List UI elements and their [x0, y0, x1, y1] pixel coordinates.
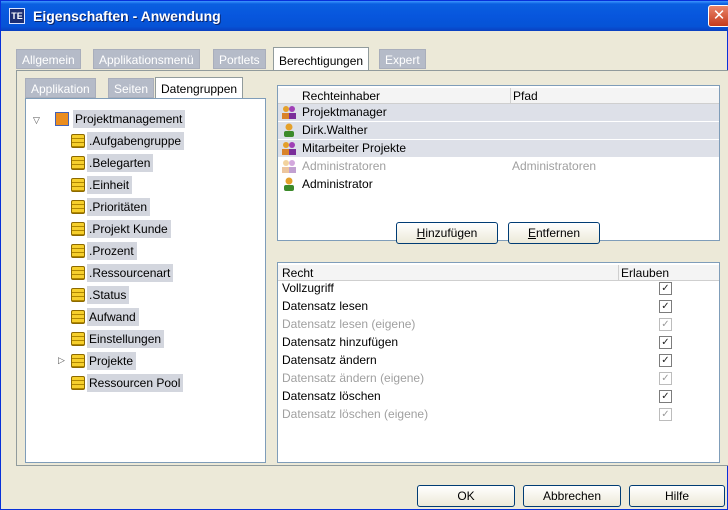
table-row[interactable]: Dirk.Walther: [278, 122, 719, 139]
allow-checkbox[interactable]: ✓: [659, 336, 672, 349]
database-icon: [71, 332, 85, 346]
ok-button[interactable]: OK: [417, 485, 515, 507]
database-icon: [71, 200, 85, 214]
allow-checkbox[interactable]: ✓: [659, 318, 672, 331]
help-button[interactable]: Hilfe: [629, 485, 725, 507]
tree-item[interactable]: .Ressourcenart: [87, 264, 174, 282]
tree-item[interactable]: .Projekt Kunde: [87, 220, 171, 238]
column-header-owner[interactable]: Rechteinhaber: [302, 88, 380, 104]
owners-header: Rechteinhaber Pfad: [278, 88, 719, 104]
allow-checkbox[interactable]: ✓: [659, 282, 672, 295]
table-row: Vollzugriff ✓: [278, 280, 719, 297]
app-icon: TE: [9, 8, 25, 24]
allow-checkbox[interactable]: ✓: [659, 390, 672, 403]
database-icon: [71, 376, 85, 390]
table-row: Datensatz löschen ✓: [278, 388, 719, 405]
tree-item-root[interactable]: Projektmanagement: [73, 110, 186, 128]
group-icon: [282, 105, 296, 119]
table-row[interactable]: Projektmanager: [278, 104, 719, 121]
project-icon: [55, 112, 69, 126]
tree-item[interactable]: .Einheit: [87, 176, 133, 194]
database-icon: [71, 354, 85, 368]
tree-item[interactable]: Aufwand: [87, 308, 139, 326]
add-button[interactable]: Hinzufügen: [396, 222, 498, 244]
subtab-applikation[interactable]: Applikation: [25, 78, 96, 98]
allow-checkbox[interactable]: ✓: [659, 300, 672, 313]
table-row: Datensatz lesen (eigene) ✓: [278, 316, 719, 333]
column-header-path[interactable]: Pfad: [510, 88, 538, 104]
table-row: Datensatz ändern (eigene) ✓: [278, 370, 719, 387]
database-icon: [71, 288, 85, 302]
table-row: Datensatz ändern ✓: [278, 352, 719, 369]
database-icon: [71, 134, 85, 148]
cancel-button[interactable]: Abbrechen: [523, 485, 621, 507]
subtab-seiten[interactable]: Seiten: [108, 78, 155, 98]
database-icon: [71, 156, 85, 170]
expand-icon[interactable]: ▷: [58, 355, 65, 366]
column-header-allow[interactable]: Erlauben: [618, 265, 669, 281]
tab-portlets[interactable]: Portlets: [213, 49, 266, 69]
rights-table[interactable]: Recht Erlauben Vollzugriff ✓ Datensatz l…: [277, 262, 720, 463]
tab-applikationsmenue[interactable]: Applikationsmenü: [93, 49, 200, 69]
tree-item[interactable]: .Prioritäten: [87, 198, 151, 216]
table-row: Datensatz hinzufügen ✓: [278, 334, 719, 351]
table-row: Datensatz löschen (eigene) ✓: [278, 406, 719, 423]
properties-window: TE Eigenschaften - Anwendung ✕ Allgemein…: [0, 0, 728, 510]
tab-allgemein[interactable]: Allgemein: [16, 49, 81, 69]
database-icon: [71, 178, 85, 192]
allow-checkbox[interactable]: ✓: [659, 354, 672, 367]
table-row[interactable]: Mitarbeiter Projekte: [278, 140, 719, 157]
group-icon: [282, 141, 296, 155]
title-bar[interactable]: TE Eigenschaften - Anwendung ✕: [1, 1, 728, 31]
datagroup-tree[interactable]: ▽ Projektmanagement .Aufgabengruppe .Bel…: [25, 98, 266, 463]
tree-item[interactable]: Projekte: [87, 352, 137, 370]
tab-berechtigungen[interactable]: Berechtigungen: [273, 47, 370, 71]
tree-item[interactable]: .Belegarten: [87, 154, 154, 172]
tree-item[interactable]: .Status: [87, 286, 130, 304]
tree-item[interactable]: Ressourcen Pool: [87, 374, 184, 392]
user-icon: [282, 177, 296, 191]
database-icon: [71, 244, 85, 258]
close-button[interactable]: ✕: [708, 5, 728, 27]
rights-header: Recht Erlauben: [278, 265, 719, 281]
table-row[interactable]: Administratoren Administratoren: [278, 158, 719, 175]
tree-item[interactable]: Einstellungen: [87, 330, 165, 348]
allow-checkbox[interactable]: ✓: [659, 408, 672, 421]
remove-button[interactable]: Entfernen: [508, 222, 600, 244]
tree-item[interactable]: .Prozent: [87, 242, 137, 260]
allow-checkbox[interactable]: ✓: [659, 372, 672, 385]
column-header-right[interactable]: Recht: [282, 265, 313, 281]
tree-item[interactable]: .Aufgabengruppe: [87, 132, 185, 150]
table-row[interactable]: Administrator: [278, 176, 719, 193]
owners-table[interactable]: Rechteinhaber Pfad Projektmanager Dirk.W…: [277, 85, 720, 241]
database-icon: [71, 222, 85, 236]
collapse-icon[interactable]: ▽: [33, 115, 40, 126]
window-title: Eigenschaften - Anwendung: [33, 8, 221, 24]
tab-expert[interactable]: Expert: [379, 49, 426, 69]
splitter[interactable]: [277, 249, 720, 255]
table-row: Datensatz lesen ✓: [278, 298, 719, 315]
user-icon: [282, 123, 296, 137]
group-icon: [282, 159, 296, 173]
database-icon: [71, 266, 85, 280]
database-icon: [71, 310, 85, 324]
subtab-datengruppen[interactable]: Datengruppen: [155, 77, 244, 99]
